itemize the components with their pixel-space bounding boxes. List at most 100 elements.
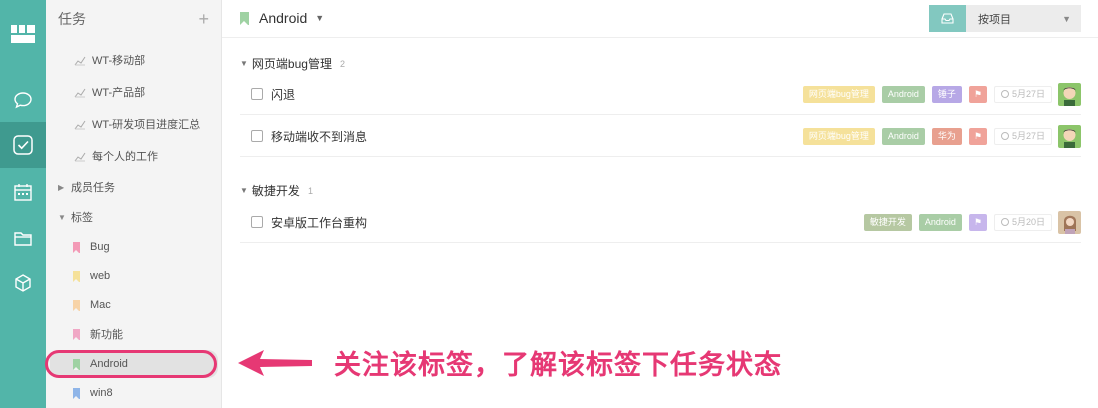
sidebar-tag-bug[interactable]: Bug: [46, 233, 222, 261]
inbox-button[interactable]: [929, 5, 966, 32]
task-checkbox[interactable]: [251, 88, 263, 100]
app-logo-icon[interactable]: [11, 25, 35, 43]
priority-flag-icon[interactable]: ⚑: [968, 213, 987, 231]
group-by-select[interactable]: 按项目 ▼: [966, 5, 1081, 32]
section-title: 网页端bug管理: [251, 57, 332, 71]
priority-flag-icon[interactable]: ⚑: [968, 85, 987, 103]
task-tag[interactable]: 网页端bug管理: [802, 85, 875, 103]
page-title[interactable]: Android ▼: [240, 10, 324, 26]
sidebar-title: 任务: [58, 11, 86, 27]
due-date[interactable]: 5月27日: [993, 127, 1052, 145]
sidebar-tag-label: 新功能: [90, 329, 123, 341]
task-check-icon[interactable]: [0, 122, 46, 168]
sidebar-item-label: WT-移动部: [92, 55, 146, 67]
sidebar-tag-label: Mac: [90, 299, 111, 311]
chevron-down-icon: ▼: [315, 13, 325, 23]
avatar[interactable]: [1058, 124, 1081, 148]
caret-down-icon: ▼: [240, 59, 248, 68]
app-cube-icon[interactable]: [0, 260, 46, 306]
caret-down-icon: ▼: [240, 186, 248, 195]
tag-flag-icon: [73, 299, 80, 311]
task-name: 闪退: [271, 88, 296, 102]
task-tag[interactable]: Android: [881, 85, 925, 103]
clock-icon: [1000, 218, 1009, 226]
group-by-value: 按项目: [978, 13, 1011, 26]
priority-flag-icon[interactable]: ⚑: [968, 127, 987, 145]
task-name: 安卓版工作台重构: [271, 216, 368, 230]
sidebar-group-tags[interactable]: ▼ 标签: [46, 203, 222, 231]
annotation-arrow-icon: [238, 350, 312, 376]
section-header[interactable]: ▼ 敏捷开发 1: [240, 182, 313, 199]
tag-flag-icon: [73, 270, 80, 282]
task-tag[interactable]: 锤子: [931, 85, 962, 103]
sidebar-header: 任务 +: [46, 0, 221, 38]
inbox-icon: [941, 13, 954, 24]
avatar[interactable]: [1058, 210, 1081, 234]
bar-chart-icon: [74, 152, 86, 162]
bar-chart-icon: [74, 56, 86, 66]
due-date-text: 5月20日: [1011, 216, 1045, 227]
due-date-text: 5月27日: [1011, 88, 1045, 99]
sidebar-group-label: 标签: [71, 212, 93, 224]
task-name: 移动端收不到消息: [271, 130, 368, 144]
page-title-text: Android: [259, 10, 308, 26]
due-date[interactable]: 5月20日: [993, 213, 1052, 231]
task-tag[interactable]: 敏捷开发: [863, 213, 912, 231]
sidebar-tag-win8[interactable]: win8: [46, 379, 222, 407]
tag-flag-icon: [73, 328, 80, 340]
sidebar-item-report[interactable]: WT-产品部: [46, 78, 222, 106]
calendar-icon[interactable]: [0, 169, 46, 215]
task-row[interactable]: 安卓版工作台重构 敏捷开发 Android ⚑ 5月20日: [240, 201, 1081, 243]
clock-icon: [1000, 90, 1009, 98]
tag-flag-icon: [73, 358, 80, 370]
task-meta: 网页端bug管理 Android 锤子 ⚑ 5月27日: [802, 81, 1081, 107]
task-meta: 敏捷开发 Android ⚑ 5月20日: [863, 209, 1081, 235]
sidebar-tag-label: Android: [90, 358, 128, 370]
task-meta: 网页端bug管理 Android 华为 ⚑ 5月27日: [802, 123, 1081, 149]
tag-flag-icon: [73, 387, 80, 399]
clock-icon: [1000, 132, 1009, 140]
sidebar-tag-web[interactable]: web: [46, 262, 222, 290]
caret-right-icon: ▶: [58, 182, 65, 192]
sidebar-tag-android[interactable]: Android: [50, 350, 218, 378]
task-row[interactable]: 移动端收不到消息 网页端bug管理 Android 华为 ⚑ 5月27日: [240, 115, 1081, 157]
sidebar-tag-label: win8: [90, 387, 113, 399]
task-tag[interactable]: 网页端bug管理: [802, 127, 875, 145]
sidebar-item-report[interactable]: WT-移动部: [46, 46, 222, 74]
annotation-text: 关注该标签，了解该标签下任务状态: [334, 350, 782, 380]
sidebar-item-label: 每个人的工作: [92, 151, 158, 163]
sidebar-tag-label: Bug: [90, 241, 110, 253]
due-date[interactable]: 5月27日: [993, 85, 1052, 103]
task-tag[interactable]: Android: [918, 213, 962, 231]
sidebar-group-member-tasks[interactable]: ▶ 成员任务: [46, 173, 222, 201]
chat-icon[interactable]: [0, 77, 46, 123]
task-sidebar: 任务 + WT-移动部 WT-产品部 WT-研发项目进度汇总 每个人的工作 ▶ …: [46, 0, 222, 408]
bar-chart-icon: [74, 88, 86, 98]
avatar[interactable]: [1058, 82, 1081, 106]
folder-icon[interactable]: [0, 215, 46, 261]
section-count: 2: [339, 58, 345, 69]
task-checkbox[interactable]: [251, 216, 263, 228]
due-date-text: 5月27日: [1011, 130, 1045, 141]
task-tag[interactable]: 华为: [931, 127, 962, 145]
tag-flag-icon: [73, 241, 80, 253]
task-checkbox[interactable]: [251, 130, 263, 142]
sidebar-tag-new-feature[interactable]: 新功能: [46, 320, 222, 348]
task-tag[interactable]: Android: [881, 127, 925, 145]
app-rail: [0, 0, 46, 408]
section-header[interactable]: ▼ 网页端bug管理 2: [240, 55, 345, 72]
section-title: 敏捷开发: [251, 184, 300, 198]
section-count: 1: [307, 185, 313, 196]
sidebar-group-label: 成员任务: [71, 182, 115, 194]
sidebar-tag-mac[interactable]: Mac: [46, 291, 222, 319]
plus-icon[interactable]: +: [198, 10, 209, 28]
main-header: Android ▼ 按项目 ▼: [222, 0, 1098, 38]
sidebar-item-label: WT-研发项目进度汇总: [92, 119, 201, 131]
sidebar-item-report[interactable]: WT-研发项目进度汇总: [46, 110, 222, 138]
sidebar-item-label: WT-产品部: [92, 87, 146, 99]
bar-chart-icon: [74, 120, 86, 130]
task-row[interactable]: 闪退 网页端bug管理 Android 锤子 ⚑ 5月27日: [240, 73, 1081, 115]
chevron-down-icon: ▼: [1062, 13, 1071, 24]
sidebar-item-report[interactable]: 每个人的工作: [46, 142, 222, 170]
caret-down-icon: ▼: [58, 212, 66, 222]
